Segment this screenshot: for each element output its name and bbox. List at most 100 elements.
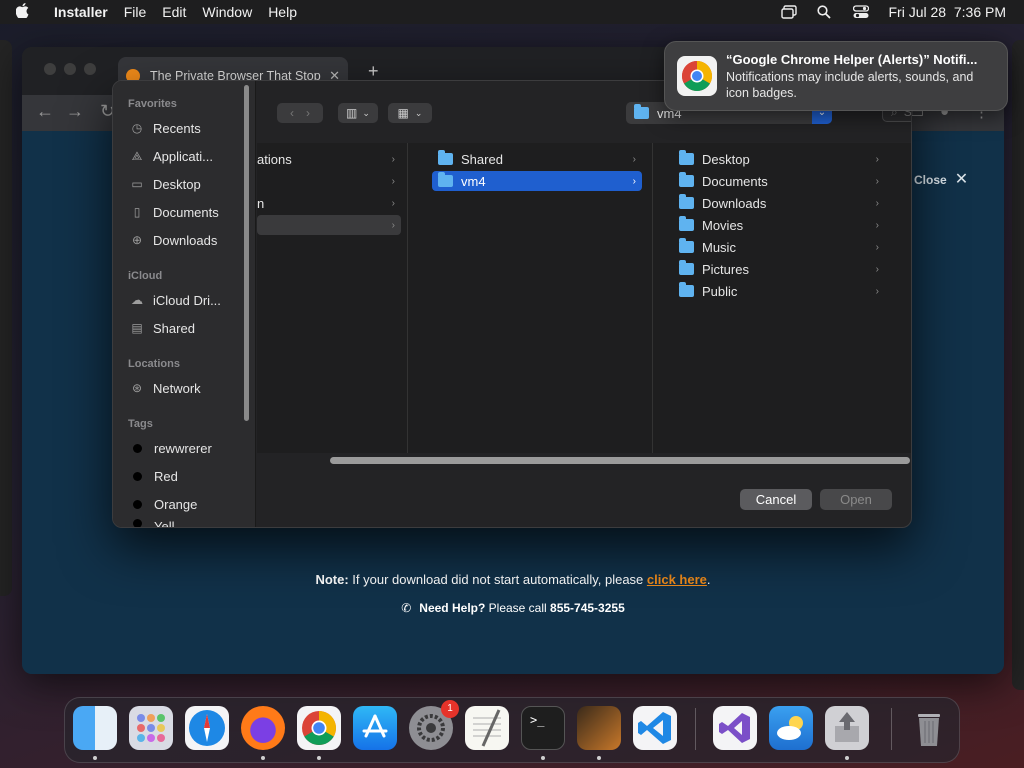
- control-center-icon[interactable]: [852, 5, 869, 19]
- minimize-window-button[interactable]: [64, 63, 76, 75]
- view-mode-columns-button[interactable]: ▥ ⌄: [338, 103, 378, 123]
- folder-icon: [634, 104, 649, 119]
- weather-icon[interactable]: [769, 706, 813, 750]
- sidebar-item-documents[interactable]: ▯ Documents: [130, 202, 219, 222]
- sidebar-tag-yellow[interactable]: Yell: [130, 519, 174, 527]
- spotlight-search-icon[interactable]: [816, 5, 833, 19]
- folder-row-shared[interactable]: Shared ›: [432, 149, 642, 169]
- visual-studio-icon[interactable]: [713, 706, 757, 750]
- sidebar-item-label: Recents: [153, 120, 201, 136]
- finder-icon[interactable]: [73, 706, 117, 750]
- column1-row-selected[interactable]: ›: [257, 215, 401, 235]
- app-store-icon[interactable]: [353, 706, 397, 750]
- screen-mirroring-icon[interactable]: [780, 5, 797, 19]
- chevron-right-icon: ›: [391, 153, 395, 165]
- open-button[interactable]: Open: [820, 489, 892, 510]
- sidebar-item-icloud-drive[interactable]: ☁ iCloud Dri...: [130, 290, 221, 310]
- note-label: Note:: [315, 572, 349, 587]
- folder-row-pictures[interactable]: Pictures ›: [673, 259, 885, 279]
- menubar-clock[interactable]: Fri Jul 28 7:36 PM: [889, 4, 1007, 20]
- zoom-window-button[interactable]: [84, 63, 96, 75]
- folder-row-documents[interactable]: Documents ›: [673, 171, 885, 191]
- tag-color-dot: [133, 519, 142, 527]
- row-label: Movies: [702, 217, 744, 233]
- click-here-link[interactable]: click here: [647, 572, 707, 587]
- forward-arrow-icon[interactable]: →: [66, 101, 84, 122]
- running-indicator: [541, 756, 545, 760]
- folder-row-desktop[interactable]: Desktop ›: [673, 149, 885, 169]
- folder-row-music[interactable]: Music ›: [673, 237, 885, 257]
- row-label: Downloads: [702, 195, 767, 211]
- sidebar-tag-red[interactable]: Red: [130, 466, 178, 486]
- sidebar-tag-orange[interactable]: Orange: [130, 494, 197, 514]
- menu-help[interactable]: Help: [268, 4, 297, 20]
- installer-icon[interactable]: [825, 706, 869, 750]
- column1-row[interactable]: ›: [257, 171, 401, 191]
- sidebar-item-desktop[interactable]: ▭ Desktop: [130, 174, 200, 194]
- chrome-notification[interactable]: “Google Chrome Helper (Alerts)” Notifi..…: [664, 41, 1008, 111]
- column1-row[interactable]: ations ›: [257, 149, 401, 169]
- folder-row-movies[interactable]: Movies ›: [673, 215, 885, 235]
- terminal-icon[interactable]: >_: [521, 706, 565, 750]
- menu-app-name[interactable]: Installer: [54, 4, 108, 20]
- sidebar-item-downloads[interactable]: ⊕ Downloads: [130, 230, 217, 250]
- garageband-icon[interactable]: [577, 706, 621, 750]
- close-window-button[interactable]: [44, 63, 56, 75]
- safari-icon[interactable]: [185, 706, 229, 750]
- row-label: Shared: [461, 151, 503, 167]
- chevron-right-icon[interactable]: ›: [306, 106, 310, 120]
- sidebar-item-applications[interactable]: ⟁ Applicati...: [130, 146, 213, 166]
- textedit-icon[interactable]: [465, 706, 509, 750]
- trash-icon[interactable]: [907, 706, 951, 750]
- folder-row-downloads[interactable]: Downloads ›: [673, 193, 885, 213]
- back-arrow-icon[interactable]: ←: [36, 101, 54, 122]
- sidebar-item-network[interactable]: ⊛ Network: [130, 378, 201, 398]
- help-phone[interactable]: 855-745-3255: [550, 601, 625, 615]
- cancel-button[interactable]: Cancel: [740, 489, 812, 510]
- cloud-icon: ☁: [131, 293, 143, 307]
- close-page-button[interactable]: Close ✕: [914, 169, 968, 189]
- column1-row[interactable]: n ›: [257, 193, 401, 213]
- sidebar-item-label: Network: [153, 380, 201, 396]
- google-chrome-icon[interactable]: [297, 706, 341, 750]
- apple-menu-icon[interactable]: [15, 2, 36, 22]
- menu-bar: Installer File Edit Window Help Fri Jul …: [0, 0, 1024, 24]
- folder-icon: [679, 216, 694, 231]
- horizontal-scrollbar[interactable]: [330, 457, 910, 464]
- firefox-icon[interactable]: [241, 706, 285, 750]
- chevron-left-icon[interactable]: ‹: [290, 106, 294, 120]
- icloud-heading: iCloud: [128, 270, 163, 282]
- vscode-icon[interactable]: [633, 706, 677, 750]
- notification-badge: 1: [441, 700, 459, 718]
- sidebar-item-shared[interactable]: ▤ Shared: [130, 318, 195, 338]
- back-forward-control[interactable]: ‹ ›: [277, 103, 323, 123]
- sidebar-tag-rewwrerer[interactable]: rewwrerer: [130, 438, 212, 458]
- favorites-heading: Favorites: [128, 98, 177, 110]
- folder-row-vm4[interactable]: vm4 ›: [432, 171, 642, 191]
- new-tab-icon[interactable]: +: [368, 61, 379, 82]
- sidebar-item-label: iCloud Dri...: [153, 292, 221, 308]
- menu-edit[interactable]: Edit: [162, 4, 186, 20]
- launchpad-icon[interactable]: [129, 706, 173, 750]
- dock-divider: [891, 708, 892, 750]
- chevron-right-icon: ›: [875, 285, 879, 297]
- columns-view-icon: ▥: [346, 106, 358, 120]
- notification-title: “Google Chrome Helper (Alerts)” Notifi..…: [726, 52, 978, 67]
- folder-icon: [679, 238, 694, 253]
- chevron-right-icon: ›: [632, 153, 636, 165]
- sidebar-scrollbar[interactable]: [244, 85, 249, 421]
- phone-icon: ✆: [401, 601, 412, 615]
- applications-icon: ⟁: [131, 149, 143, 163]
- folder-icon: [438, 150, 453, 165]
- group-by-button[interactable]: ▦ ⌄: [388, 103, 432, 123]
- folder-icon: [679, 260, 694, 275]
- note-end: .: [706, 572, 711, 587]
- chevron-right-icon: ›: [875, 219, 879, 231]
- system-settings-icon[interactable]: 1: [409, 700, 459, 750]
- sidebar-item-recents[interactable]: ◷ Recents: [130, 118, 201, 138]
- folder-row-public[interactable]: Public ›: [673, 281, 885, 301]
- menu-window[interactable]: Window: [202, 4, 252, 20]
- menu-file[interactable]: File: [124, 4, 147, 20]
- row-label: vm4: [461, 173, 486, 189]
- sidebar-item-label: Applicati...: [153, 148, 213, 164]
